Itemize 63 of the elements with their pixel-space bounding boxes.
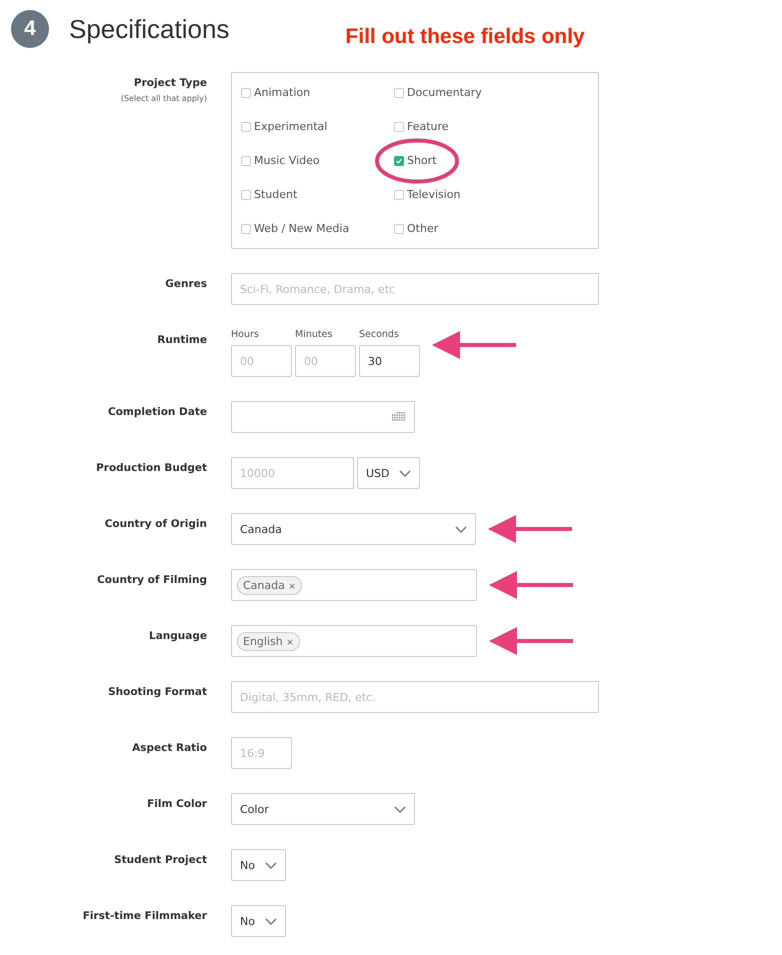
chevron-icon	[455, 526, 467, 532]
field-label: Country of Filming	[97, 574, 207, 586]
chevron-icon	[399, 470, 411, 476]
dropdown-select[interactable]: Canada	[231, 513, 476, 545]
chevron-icon	[394, 806, 406, 812]
text-field[interactable]: Sci-Fi, Romance, Drama, etc	[231, 273, 599, 305]
checkbox-label: Short	[407, 154, 437, 167]
checkbox[interactable]	[241, 190, 251, 200]
dropdown-select[interactable]: Color	[231, 793, 415, 825]
chevron-icon	[265, 918, 277, 924]
field-label: Language	[149, 630, 207, 642]
tag-input-field[interactable]: Canada ×	[231, 569, 477, 601]
field-label: First-time Filmmaker	[82, 910, 207, 922]
field-label: Student Project	[114, 854, 207, 866]
field-caption: Seconds	[359, 329, 400, 340]
field-label: Genres	[165, 278, 207, 290]
date-field[interactable]	[231, 401, 415, 433]
section-title: Specifications	[69, 14, 230, 44]
number-field[interactable]: 00	[295, 345, 356, 377]
checkbox-label: Television	[407, 188, 460, 201]
checkbox-label: Animation	[254, 86, 310, 99]
field-label: Production Budget	[96, 462, 207, 474]
field-label: Project Type	[134, 77, 207, 89]
budget-field[interactable]: 10000	[231, 457, 354, 489]
field-label: Country of Origin	[104, 518, 207, 530]
annotation-note: Fill out these fields only	[345, 25, 585, 49]
checkbox-label: Music Video	[254, 154, 320, 167]
dropdown-select[interactable]: No	[231, 849, 286, 881]
checkbox-label: Student	[254, 188, 298, 201]
calendar-icon[interactable]	[392, 412, 406, 422]
checkbox[interactable]	[394, 156, 404, 166]
tag-chip[interactable]: Canada ×	[237, 576, 302, 594]
checkbox[interactable]	[394, 190, 404, 200]
checkbox-label: Documentary	[407, 86, 482, 99]
field-caption: Hours	[231, 329, 260, 340]
dropdown-select[interactable]: No	[231, 905, 286, 937]
field-label: Completion Date	[108, 406, 207, 418]
field-label: Aspect Ratio	[132, 742, 207, 754]
checkbox[interactable]	[394, 88, 404, 98]
text-field[interactable]: 16:9	[231, 737, 292, 769]
checkbox[interactable]	[394, 122, 404, 132]
checkbox[interactable]	[241, 88, 251, 98]
field-label: Shooting Format	[108, 686, 207, 698]
tag-input-field[interactable]: English ×	[231, 625, 477, 657]
field-caption: Minutes	[295, 329, 334, 340]
checkbox[interactable]	[241, 156, 251, 166]
field-label: Film Color	[147, 798, 207, 810]
checkbox[interactable]	[241, 122, 251, 132]
checkbox[interactable]	[241, 224, 251, 234]
checkbox-label: Web / New Media	[254, 222, 350, 235]
currency-select[interactable]: USD	[357, 457, 420, 489]
checkbox-label: Other	[407, 222, 438, 235]
checkbox-label: Experimental	[254, 120, 328, 133]
step-number-badge: 4	[11, 10, 49, 48]
number-field[interactable]: 00	[231, 345, 292, 377]
chevron-icon	[265, 862, 277, 868]
field-hint: (Select all that apply)	[120, 94, 207, 103]
checkbox-label: Feature	[407, 120, 449, 133]
field-label: Runtime	[157, 334, 207, 346]
number-field[interactable]: 30	[359, 345, 420, 377]
tag-chip[interactable]: English ×	[237, 632, 300, 650]
checkbox[interactable]	[394, 224, 404, 234]
text-field[interactable]: Digital, 35mm, RED, etc.	[231, 681, 599, 713]
